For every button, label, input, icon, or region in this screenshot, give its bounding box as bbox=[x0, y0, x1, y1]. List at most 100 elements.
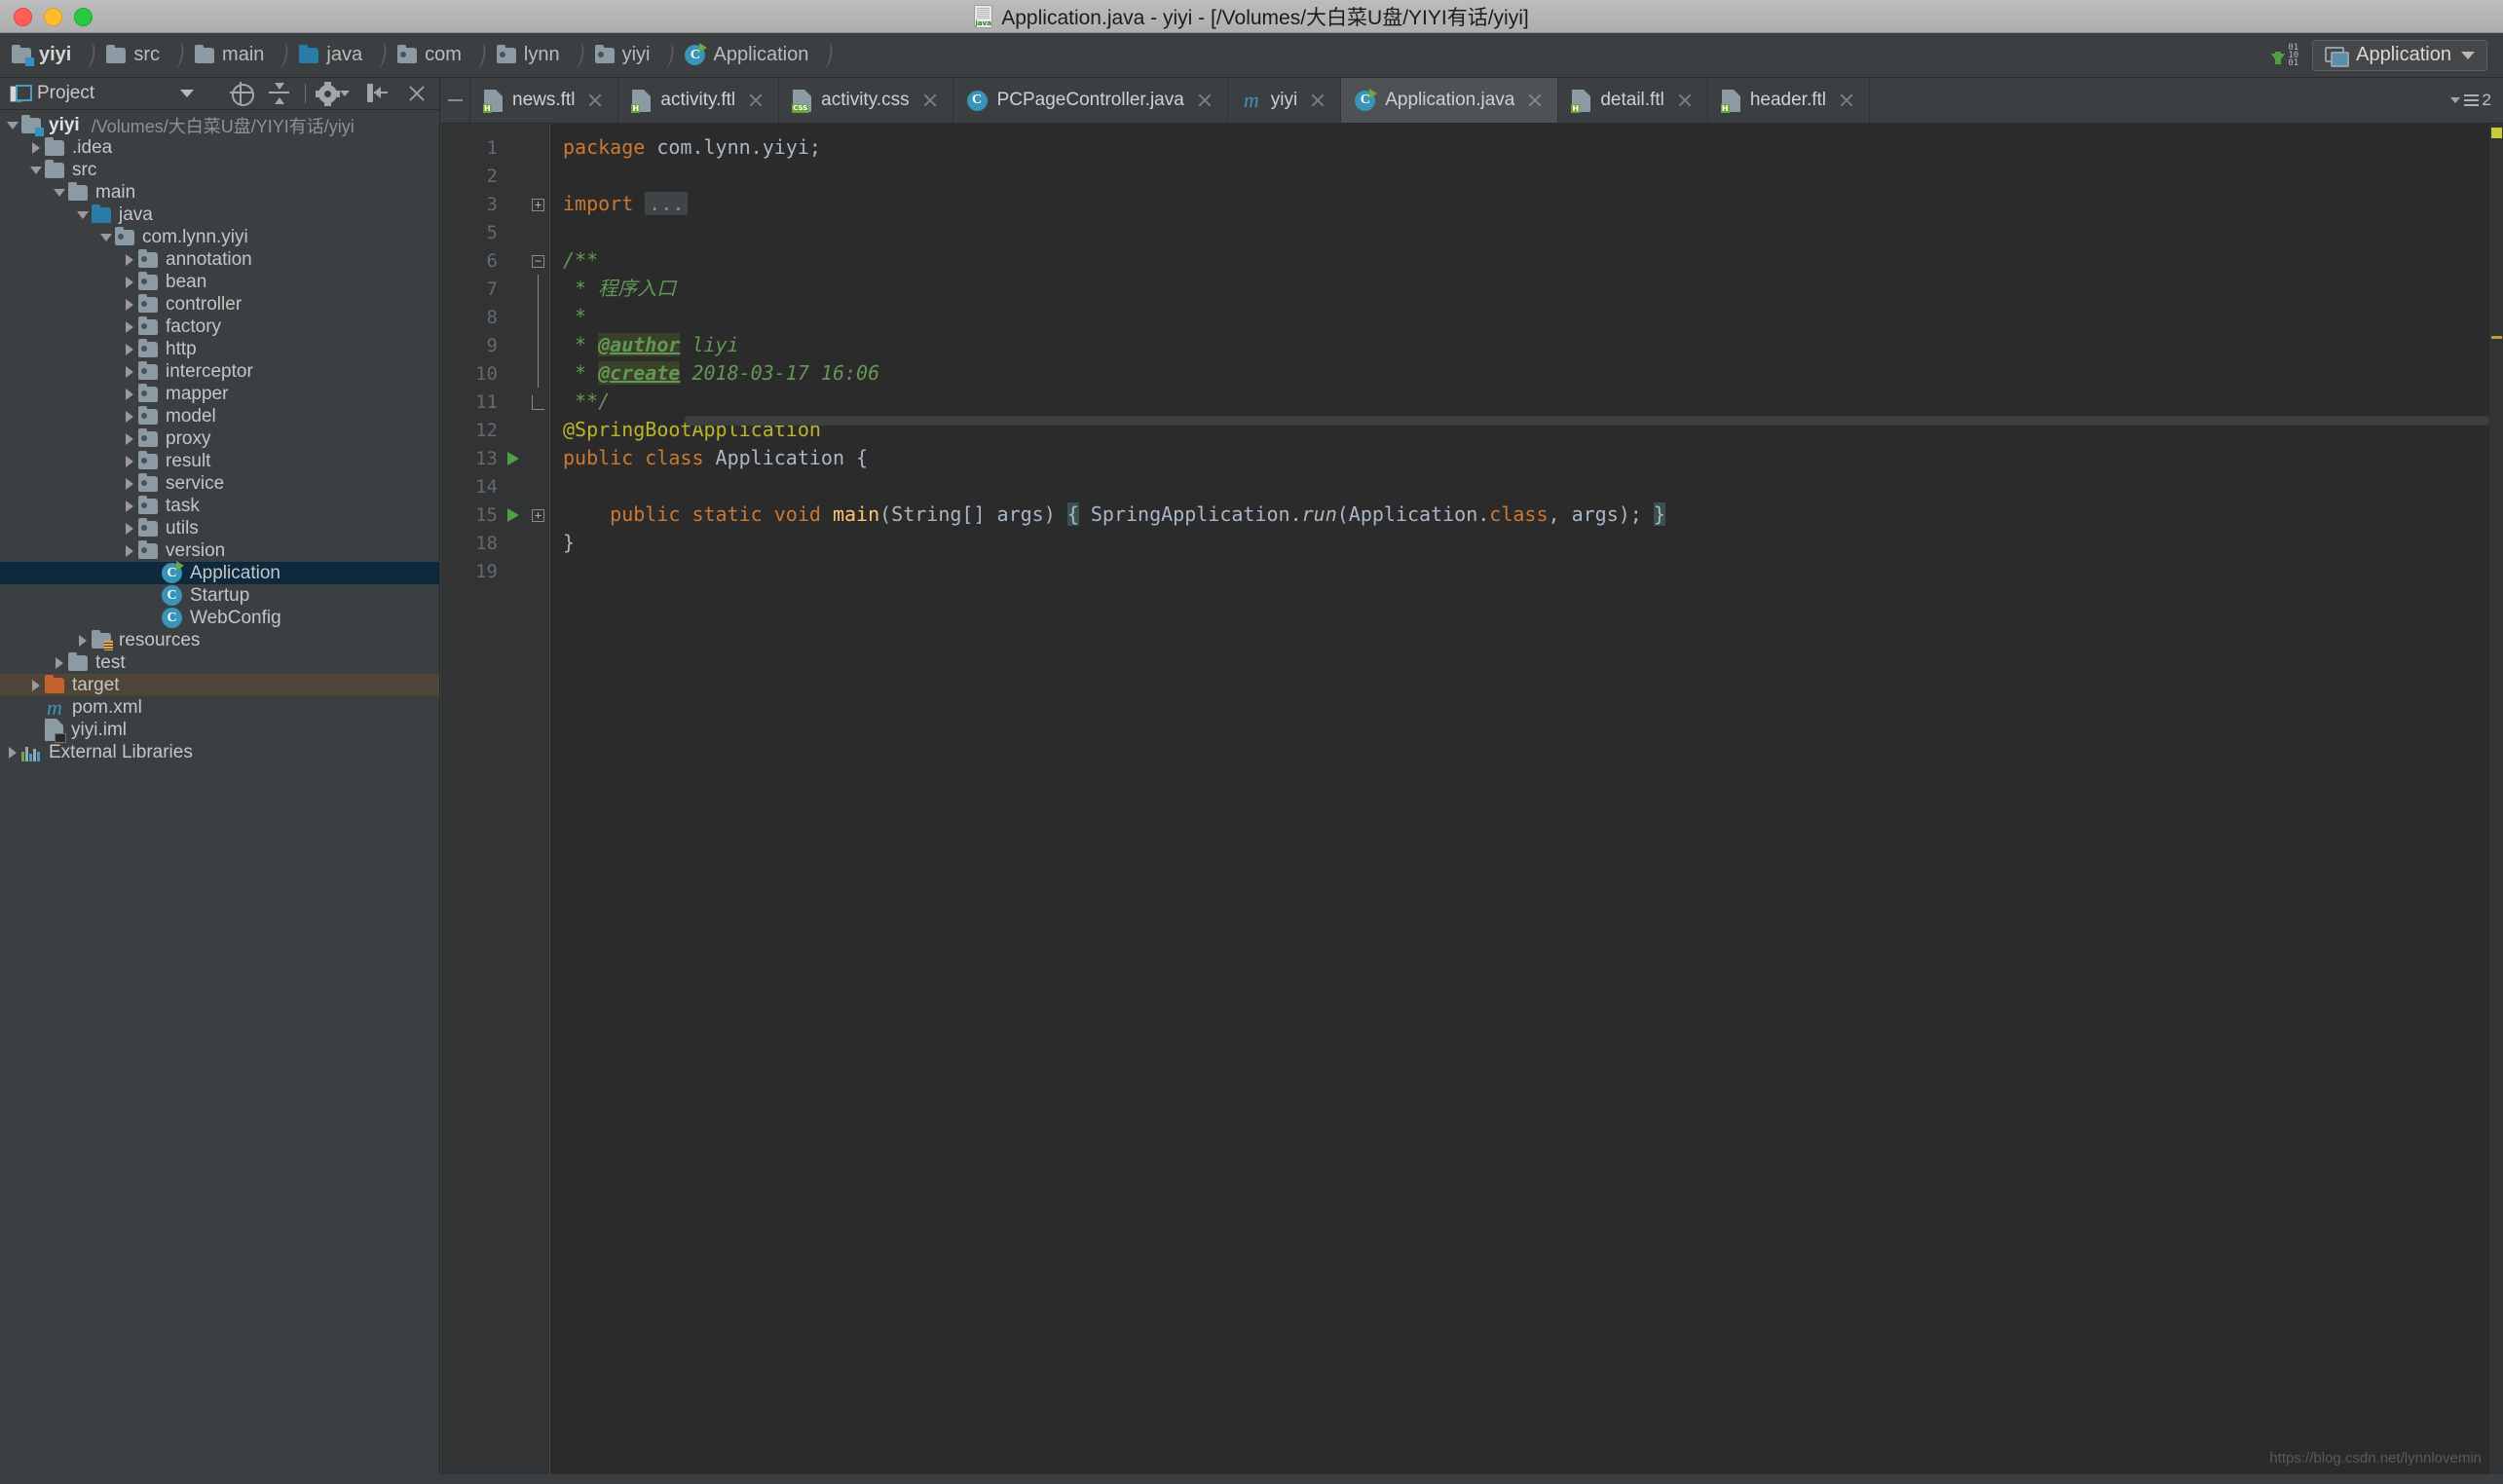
close-tab-icon[interactable] bbox=[1838, 92, 1855, 109]
tree-row-version[interactable]: version bbox=[0, 539, 439, 562]
horizontal-scrollbar[interactable] bbox=[685, 416, 2489, 426]
run-configuration-selector[interactable]: Application bbox=[2312, 39, 2487, 71]
tree-row-target[interactable]: target bbox=[0, 674, 439, 696]
expand-arrow-icon[interactable] bbox=[97, 234, 115, 241]
tree-row-application[interactable]: C Application bbox=[0, 561, 439, 584]
tree-row-task[interactable]: task bbox=[0, 495, 439, 517]
breadcrumb-item-yiyi-package[interactable]: yiyi bbox=[583, 33, 656, 78]
warning-marker-icon[interactable] bbox=[2491, 128, 2502, 138]
breadcrumb-item-application[interactable]: C Application bbox=[673, 33, 814, 78]
expand-arrow-icon[interactable] bbox=[74, 635, 92, 647]
tab-overflow-button[interactable]: 2 bbox=[2439, 78, 2503, 123]
expand-arrow-icon[interactable] bbox=[51, 657, 68, 669]
close-window-button[interactable] bbox=[14, 8, 32, 26]
error-stripe-marker-bar[interactable] bbox=[2489, 124, 2503, 1474]
tree-row-yiyi[interactable]: yiyi /Volumes/大白菜U盘/YIYI有话/yiyi bbox=[0, 114, 439, 136]
locate-in-tree-icon[interactable] bbox=[229, 81, 254, 106]
update-indicator-icon[interactable]: 01 10 01 bbox=[2271, 43, 2298, 67]
expand-arrow-icon[interactable] bbox=[121, 277, 138, 288]
expand-arrow-icon[interactable] bbox=[51, 189, 68, 197]
expand-arrow-icon[interactable] bbox=[121, 411, 138, 423]
tree-row-java[interactable]: java bbox=[0, 204, 439, 226]
chevron-down-icon[interactable] bbox=[180, 90, 195, 97]
expand-arrow-icon[interactable] bbox=[27, 167, 45, 174]
close-tab-icon[interactable] bbox=[1309, 92, 1326, 109]
tree-row-test[interactable]: test bbox=[0, 651, 439, 674]
tree-row-com-lynn-yiyi[interactable]: com.lynn.yiyi bbox=[0, 226, 439, 248]
tree-row-main[interactable]: main bbox=[0, 181, 439, 204]
tab-header-ftl[interactable]: H header.ftl bbox=[1708, 78, 1870, 123]
minimize-window-button[interactable] bbox=[44, 8, 62, 26]
tree-row-idea[interactable]: .idea bbox=[0, 136, 439, 159]
breadcrumb-item-lynn[interactable]: lynn bbox=[485, 33, 566, 78]
expand-arrow-icon[interactable] bbox=[121, 433, 138, 445]
settings-gear-icon[interactable] bbox=[316, 81, 352, 106]
expand-arrow-icon[interactable] bbox=[121, 344, 138, 355]
tab-yiyi[interactable]: m yiyi bbox=[1228, 78, 1342, 123]
tree-row-pom-xml[interactable]: m pom.xml bbox=[0, 696, 439, 719]
tab-news-ftl[interactable]: H news.ftl bbox=[470, 78, 619, 123]
maximize-window-button[interactable] bbox=[74, 8, 93, 26]
tree-row-proxy[interactable]: proxy bbox=[0, 427, 439, 450]
expand-arrow-icon[interactable] bbox=[27, 142, 45, 154]
breadcrumb-item-java[interactable]: java bbox=[287, 33, 368, 78]
tree-row-service[interactable]: service bbox=[0, 472, 439, 495]
tree-row-factory[interactable]: factory bbox=[0, 315, 439, 338]
tree-row-external-libraries[interactable]: External Libraries bbox=[0, 741, 439, 763]
breadcrumb-item-src[interactable]: src bbox=[94, 33, 166, 78]
fold-expand-icon[interactable]: + bbox=[532, 199, 544, 211]
close-tab-icon[interactable] bbox=[1196, 92, 1214, 109]
tree-row-utils[interactable]: utils bbox=[0, 517, 439, 539]
tree-row-annotation[interactable]: annotation bbox=[0, 248, 439, 271]
tree-row-result[interactable]: result bbox=[0, 450, 439, 472]
tree-row-interceptor[interactable]: interceptor bbox=[0, 360, 439, 383]
expand-arrow-icon[interactable] bbox=[74, 211, 92, 219]
collapse-all-icon[interactable] bbox=[267, 81, 292, 106]
tree-row-src[interactable]: src bbox=[0, 159, 439, 181]
code-stripe-marker[interactable] bbox=[2491, 336, 2502, 339]
expand-arrow-icon[interactable] bbox=[121, 501, 138, 512]
expand-arrow-icon[interactable] bbox=[121, 478, 138, 490]
expand-arrow-icon[interactable] bbox=[4, 122, 21, 130]
breadcrumb-item-yiyi[interactable]: yiyi bbox=[0, 33, 77, 78]
expand-arrow-icon[interactable] bbox=[121, 366, 138, 378]
run-gutter-icon[interactable] bbox=[507, 508, 519, 522]
fold-expand-icon[interactable]: + bbox=[532, 509, 544, 522]
tab-activity-ftl[interactable]: H activity.ftl bbox=[618, 78, 780, 123]
expand-arrow-icon[interactable] bbox=[121, 254, 138, 266]
tree-row-mapper[interactable]: mapper bbox=[0, 383, 439, 405]
hide-panel-icon[interactable] bbox=[364, 81, 390, 106]
close-panel-icon[interactable] bbox=[404, 81, 430, 106]
tree-row-model[interactable]: model bbox=[0, 405, 439, 427]
tree-row-bean[interactable]: bean bbox=[0, 271, 439, 293]
run-gutter-icon[interactable] bbox=[507, 452, 519, 465]
expand-arrow-icon[interactable] bbox=[4, 747, 21, 759]
expand-arrow-icon[interactable] bbox=[121, 299, 138, 311]
tab-activity-css[interactable]: CSS activity.css bbox=[779, 78, 953, 123]
tree-row-yiyi-iml[interactable]: yiyi.iml bbox=[0, 719, 439, 743]
code-text[interactable]: package com.lynn.yiyi; import ... /** * … bbox=[563, 133, 2503, 1484]
close-tab-icon[interactable] bbox=[747, 92, 765, 109]
tree-row-controller[interactable]: controller bbox=[0, 293, 439, 315]
tree-row-webconfig[interactable]: C WebConfig bbox=[0, 607, 439, 629]
expand-arrow-icon[interactable] bbox=[121, 456, 138, 467]
close-tab-icon[interactable] bbox=[921, 92, 939, 109]
expand-arrow-icon[interactable] bbox=[121, 523, 138, 535]
window-controls[interactable] bbox=[14, 8, 93, 26]
project-file-tree[interactable]: yiyi /Volumes/大白菜U盘/YIYI有话/yiyi .idea sr… bbox=[0, 110, 439, 763]
breadcrumb-item-main[interactable]: main bbox=[183, 33, 270, 78]
close-tab-icon[interactable] bbox=[1676, 92, 1694, 109]
expand-arrow-icon[interactable] bbox=[27, 680, 45, 691]
tree-row-resources[interactable]: resources bbox=[0, 629, 439, 651]
breadcrumb-item-com[interactable]: com bbox=[386, 33, 467, 78]
fold-collapse-icon[interactable]: − bbox=[532, 255, 544, 268]
expand-arrow-icon[interactable] bbox=[121, 321, 138, 333]
expand-arrow-icon[interactable] bbox=[121, 389, 138, 400]
expand-arrow-icon[interactable] bbox=[121, 545, 138, 557]
tab-pcpagecontroller-java[interactable]: C PCPageController.java bbox=[953, 78, 1228, 123]
close-tab-icon[interactable] bbox=[1526, 92, 1544, 109]
tree-row-startup[interactable]: C Startup bbox=[0, 584, 439, 607]
tree-row-http[interactable]: http bbox=[0, 338, 439, 360]
close-tab-icon[interactable] bbox=[586, 92, 604, 109]
code-editor[interactable]: 1 2 3 + 5 6− 7 8 9 10 11 12 13 14 15 + 18 … bbox=[441, 124, 2503, 1474]
